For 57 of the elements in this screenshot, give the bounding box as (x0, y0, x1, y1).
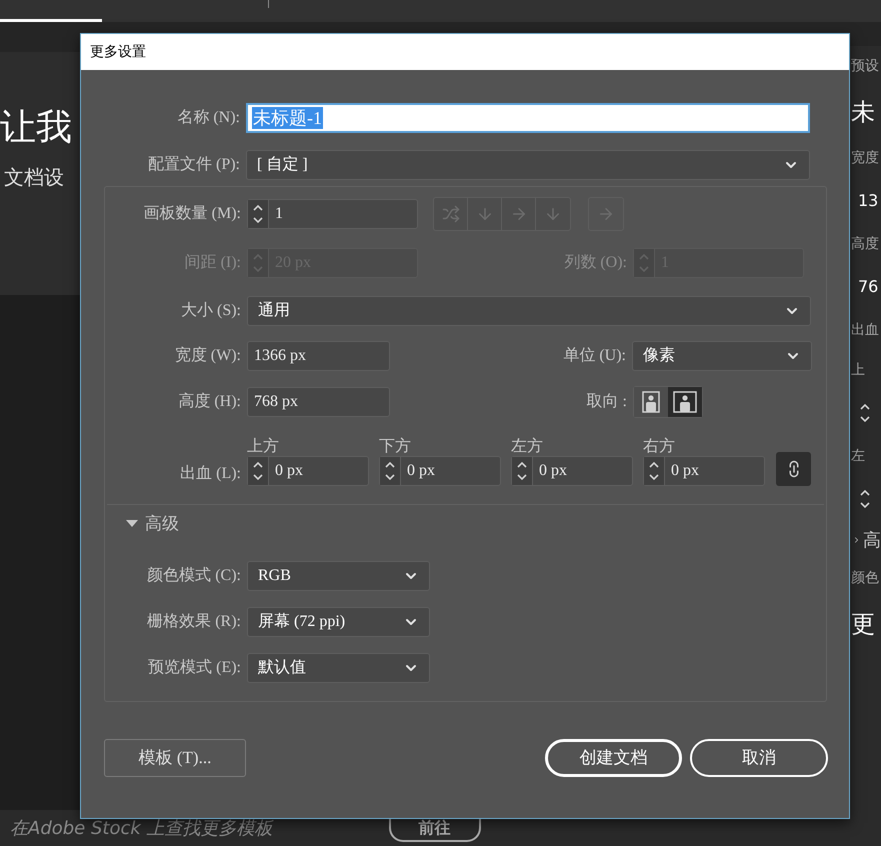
field-label: 取向 : (586, 392, 627, 412)
shuffle-icon (442, 205, 460, 223)
field-label: 列数 (O): (564, 253, 627, 273)
input-field[interactable]: 768 px (247, 387, 390, 417)
panel-label: 高度 (851, 234, 879, 254)
orientation-button[interactable] (668, 387, 702, 417)
orientation-button[interactable] (634, 387, 668, 417)
panel-heading: 更 (851, 609, 875, 640)
field-label: 大小 (S): (181, 300, 241, 321)
field-label: 间距 (I): (184, 253, 241, 273)
dropdown[interactable]: 默认值 (247, 652, 430, 682)
panel-heading: 未 (851, 97, 875, 128)
portrait-icon (642, 391, 660, 413)
dropdown[interactable]: 通用 (247, 296, 811, 326)
panel-label: 颜色 (851, 568, 879, 588)
field-label: 栅格效果 (R): (147, 612, 241, 632)
panel-label: 预设 (851, 56, 879, 76)
advanced-toggle[interactable]: 高级 (125, 511, 179, 536)
dropdown[interactable]: 屏幕 (72 ppi) (247, 606, 430, 636)
field-label: 颜色模式 (C): (147, 566, 241, 586)
panel-section[interactable]: 高 (863, 526, 881, 554)
welcome-subtitle: 文档设 (4, 164, 64, 191)
dropdown[interactable]: RGB (247, 560, 430, 590)
templates-button[interactable]: 模板 (T)... (104, 738, 246, 776)
panel-label: 左 (851, 446, 865, 466)
spin-field[interactable]: 0 px (379, 456, 501, 486)
field-label: 配置文件 (P): (148, 154, 240, 175)
field-label: 画板数量 (M): (144, 204, 241, 224)
spin-field[interactable]: 1 (247, 199, 418, 229)
bleed-label: 左方 (511, 438, 544, 456)
welcome-heading: 让我 (0, 110, 72, 146)
field-label: 预览模式 (E): (148, 658, 241, 678)
panel-label: 上 (851, 360, 865, 380)
dropdown[interactable]: [ 自定 ] (246, 150, 810, 180)
spin-field[interactable]: 0 px (247, 456, 369, 486)
window-title: 更多设置 (90, 42, 146, 62)
stock-link[interactable]: 在Adobe Stock 上查找更多模板 (10, 815, 273, 842)
field-label: 单位 (U): (563, 346, 626, 366)
bleed-label: 下方 (379, 438, 412, 456)
field-label: 出血 (L): (180, 464, 241, 484)
cancel-button[interactable]: 取消 (690, 738, 828, 776)
field-label: 宽度 (W): (174, 346, 241, 366)
field-label: 名称 (N): (177, 108, 240, 128)
panel-value: 76 (858, 276, 878, 298)
input-field[interactable]: 1366 px (247, 341, 390, 371)
create-button[interactable]: 创建文档 (545, 738, 682, 776)
panel-value: 13 (858, 190, 878, 212)
spin-field[interactable]: 0 px (511, 456, 633, 486)
panel-label: 宽度 (851, 148, 879, 168)
panel-label: 出血 (851, 320, 879, 340)
bleed-label: 右方 (643, 438, 676, 456)
spin-field[interactable]: 0 px (643, 456, 765, 486)
landscape-icon (673, 391, 697, 413)
bleed-label: 上方 (247, 438, 280, 456)
link-button[interactable] (776, 452, 811, 486)
field-label: 高度 (H): (178, 392, 241, 412)
dropdown[interactable]: 像素 (632, 341, 812, 371)
